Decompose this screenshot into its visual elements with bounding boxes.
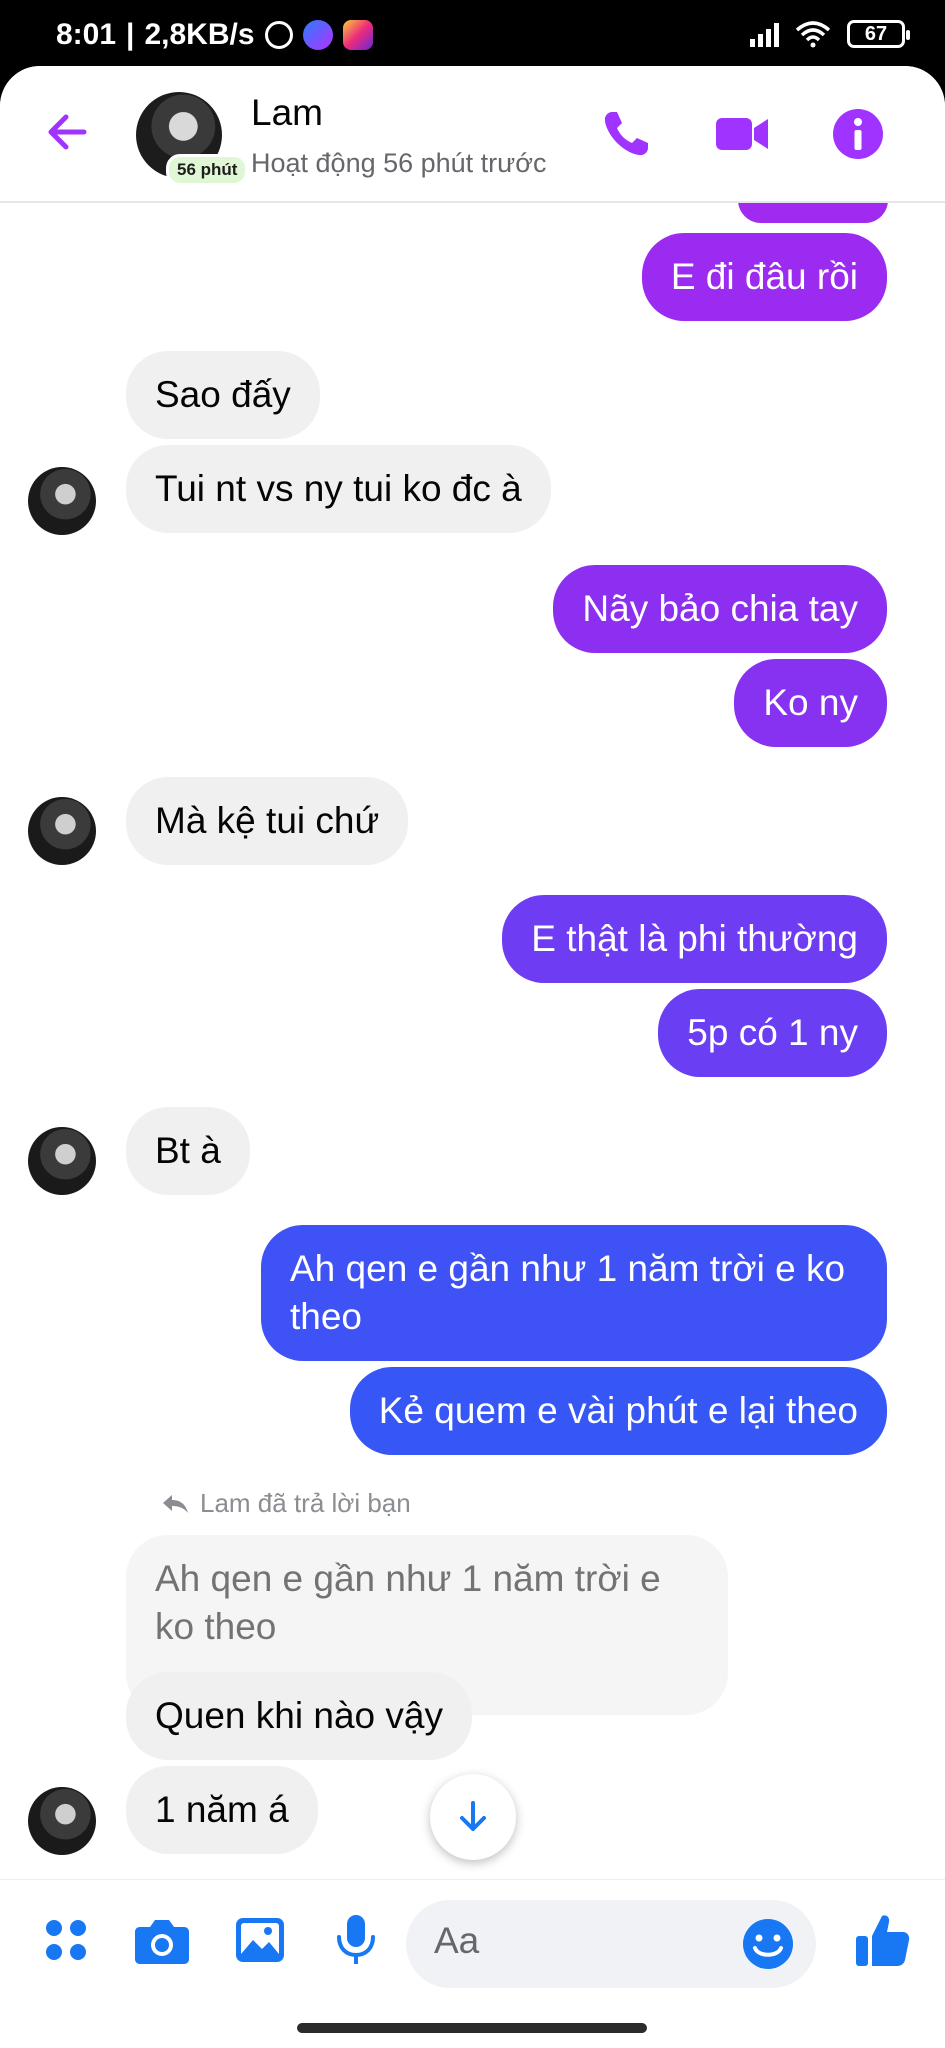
- message-bubble-in[interactable]: Sao đấy: [126, 351, 320, 439]
- phone-call-icon[interactable]: [598, 106, 654, 162]
- status-time: 8:01: [56, 18, 117, 51]
- gallery-button[interactable]: [230, 1910, 290, 1970]
- sender-avatar[interactable]: [28, 797, 96, 865]
- message-input-placeholder: Aa: [434, 1920, 480, 1961]
- message-bubble-out[interactable]: Kẻ quem e vài phút e lại theo: [349, 1367, 887, 1455]
- camera-icon: [135, 1920, 189, 1964]
- alarm-icon: [264, 21, 293, 49]
- active-time-badge: 56 phút: [166, 154, 249, 186]
- sender-avatar[interactable]: [28, 467, 96, 535]
- camera-button[interactable]: [132, 1910, 192, 1970]
- message-bubble-in[interactable]: Bt à: [126, 1107, 250, 1195]
- back-arrow-icon[interactable]: [40, 104, 96, 160]
- signal-icon: [750, 21, 779, 47]
- messenger-notification-icon: [302, 20, 333, 50]
- message-bubble-out[interactable]: Ko ny: [734, 659, 887, 747]
- sender-avatar[interactable]: [28, 1787, 96, 1855]
- messenger-app: 56 phút Lam Hoạt động 56 phút trước E đi…: [0, 66, 945, 2048]
- message-bubble-out[interactable]: Nãy bảo chia tay: [553, 565, 887, 653]
- message-thread: E đi đâu rồi Sao đấy Tui nt vs ny tui ko…: [0, 177, 945, 1879]
- message-bubble-out[interactable]: E thật là phi thường: [502, 895, 887, 983]
- instagram-notification-icon: [342, 20, 373, 50]
- message-bubble-in[interactable]: Mà kệ tui chứ: [126, 777, 409, 865]
- voice-button[interactable]: [326, 1910, 386, 1970]
- more-actions-button[interactable]: [36, 1910, 96, 1970]
- message-bubble-in[interactable]: 1 năm á: [126, 1766, 318, 1854]
- message-bubble-out[interactable]: E đi đâu rồi: [641, 233, 887, 321]
- battery-icon: 67: [847, 20, 910, 48]
- reply-label-text: Lam đã trả lời bạn: [200, 1488, 411, 1518]
- status-bar: 8:01 | 2,8KB/s 67: [0, 0, 945, 66]
- battery-level: 67: [864, 23, 888, 45]
- message-input[interactable]: Aa: [406, 1900, 816, 1988]
- contact-status: Hoạt động 56 phút trước: [251, 148, 547, 178]
- message-bubble-in[interactable]: Tui nt vs ny tui ko đc à: [126, 445, 551, 533]
- message-bubble-out[interactable]: Ah qen e gần như 1 năm trời e ko theo: [261, 1225, 887, 1361]
- reply-arrow-icon: [163, 1494, 188, 1513]
- chat-header: 56 phút Lam Hoạt động 56 phút trước: [0, 66, 945, 203]
- status-net-speed: 2,8KB/s: [144, 18, 255, 51]
- image-icon: [236, 1918, 284, 1962]
- wifi-icon: [795, 21, 831, 48]
- arrow-down-icon: [460, 1801, 486, 1831]
- message-bubble-out[interactable]: 5p có 1 ny: [658, 989, 887, 1077]
- message-bubble-in[interactable]: Quen khi nào vậy: [126, 1672, 472, 1760]
- video-call-icon[interactable]: [714, 106, 770, 162]
- thumbs-up-icon[interactable]: [852, 1910, 912, 1970]
- microphone-icon: [337, 1915, 375, 1964]
- scroll-to-bottom-button[interactable]: [430, 1774, 516, 1860]
- four-dots-icon: [46, 1920, 86, 1960]
- reply-indicator: Lam đã trả lời bạn: [160, 1488, 411, 1519]
- home-indicator[interactable]: [297, 2023, 647, 2033]
- contact-name[interactable]: Lam: [251, 92, 323, 134]
- sender-avatar[interactable]: [28, 1127, 96, 1195]
- info-icon[interactable]: [830, 106, 886, 162]
- emoji-icon[interactable]: [738, 1914, 798, 1974]
- message-composer: Aa: [0, 1879, 945, 1999]
